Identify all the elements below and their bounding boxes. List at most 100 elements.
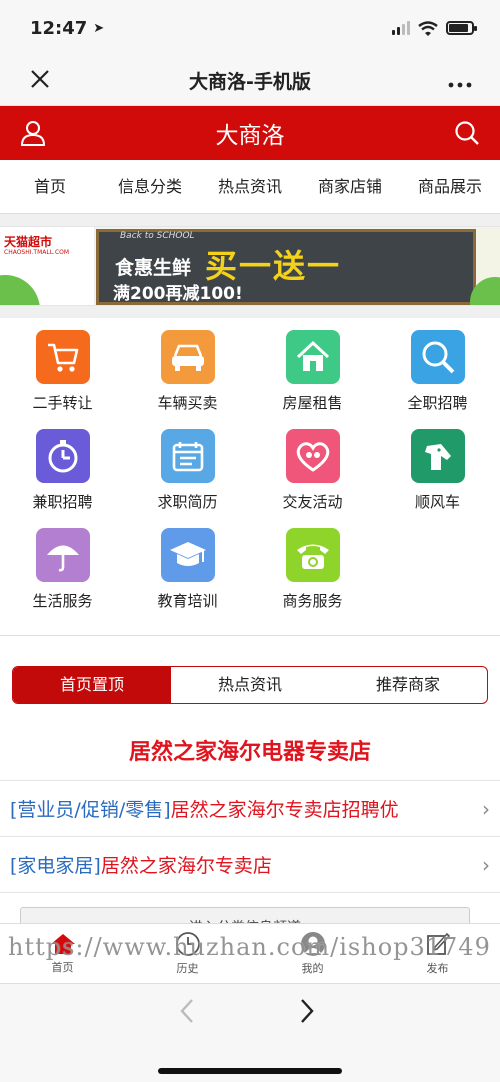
status-icons (392, 20, 477, 36)
segment-top-pinned[interactable]: 首页置顶 (13, 667, 171, 703)
banner-brand-sub: CHAOSHI.TMALL.COM (4, 249, 70, 256)
bottom-nav-label: 我的 (301, 962, 324, 975)
cart-icon (35, 330, 90, 384)
tab-shops[interactable]: 商家店铺 (300, 160, 400, 214)
banner-brand-panel: 天猫超市 CHAOSHI.TMALL.COM (0, 227, 95, 305)
promo-banner[interactable]: 天猫超市 CHAOSHI.TMALL.COM Back to SCHOOL 食惠… (0, 226, 500, 306)
category-item[interactable]: 交友活动 (250, 429, 375, 528)
category-item[interactable]: 车辆买卖 (125, 330, 250, 429)
profile-icon (300, 932, 325, 956)
chevron-right-icon: › (482, 852, 490, 877)
banner-line1: 食惠生鲜 (115, 257, 192, 279)
category-grid: 二手转让 车辆买卖 房屋租售 全职招聘 兼职招聘 求职简历 交友活动 顺风车 生… (0, 318, 500, 633)
edit-icon (426, 932, 450, 955)
category-label: 全职招聘 (407, 394, 468, 412)
spacer (0, 306, 500, 318)
location-arrow-icon: ➤ (93, 20, 105, 36)
signal-icon (392, 21, 410, 35)
site-header: 大商洛 (0, 106, 500, 160)
banner-tag: Back to SCHOOL (120, 231, 195, 241)
category-label: 二手转让 (32, 394, 93, 412)
wifi-icon (418, 20, 438, 36)
feed-segmented-control: 首页置顶 热点资讯 推荐商家 (12, 666, 488, 704)
list-item[interactable]: [营业员/促销/零售] 居然之家海尔专卖店招聘优 › (0, 781, 500, 837)
graduation-cap-icon (160, 528, 215, 582)
category-label: 兼职招聘 (32, 493, 93, 511)
status-bar: 12:47 ➤ (0, 0, 500, 56)
magnifier-icon (410, 330, 465, 384)
category-item[interactable]: 全职招聘 (375, 330, 500, 429)
category-item[interactable]: 二手转让 (0, 330, 125, 429)
browser-title: 大商洛-手机版 (189, 71, 311, 93)
category-label: 生活服务 (32, 592, 93, 610)
banner-decoration (0, 275, 40, 305)
category-label: 教育培训 (157, 592, 218, 610)
segment-hot-news[interactable]: 热点资讯 (171, 667, 329, 703)
listing-title: 居然之家海尔专卖店招聘优 (170, 799, 399, 821)
browser-nav-bar: 大商洛-手机版 (0, 56, 500, 106)
category-label: 商务服务 (282, 592, 343, 610)
category-label: 顺风车 (414, 493, 460, 511)
search-button[interactable] (452, 118, 482, 148)
heart-icon (285, 429, 340, 483)
umbrella-icon (35, 528, 90, 582)
tab-hot-news[interactable]: 热点资讯 (200, 160, 300, 214)
bottom-nav-label: 历史 (176, 962, 199, 975)
bottom-nav-home[interactable]: 首页 (0, 924, 125, 983)
listing-list: [营业员/促销/零售] 居然之家海尔专卖店招聘优 › [家电家居] 居然之家海尔… (0, 780, 500, 893)
bottom-nav-label: 发布 (426, 962, 449, 975)
forward-arrow-icon[interactable] (298, 996, 316, 1026)
tab-home[interactable]: 首页 (0, 160, 100, 214)
stopwatch-icon (35, 429, 90, 483)
segment-recommended-shops[interactable]: 推荐商家 (329, 667, 487, 703)
list-item[interactable]: [家电家居] 居然之家海尔专卖店 › (0, 837, 500, 893)
home-icon (50, 934, 75, 954)
dog-icon (410, 429, 465, 483)
bottom-nav-label: 首页 (51, 961, 74, 974)
category-label: 求职简历 (157, 493, 218, 511)
spacer (0, 214, 500, 226)
more-icon (448, 82, 472, 87)
main-tabs: 首页 信息分类 热点资讯 商家店铺 商品展示 (0, 160, 500, 214)
telephone-icon (285, 528, 340, 582)
browser-toolbar (0, 983, 500, 1082)
category-item[interactable]: 顺风车 (375, 429, 500, 528)
listing-title: 居然之家海尔专卖店 (100, 855, 272, 877)
category-label: 交友活动 (282, 493, 343, 511)
bottom-nav-publish[interactable]: 发布 (375, 924, 500, 983)
tab-products[interactable]: 商品展示 (400, 160, 500, 214)
close-icon (31, 69, 49, 88)
category-item[interactable]: 房屋租售 (250, 330, 375, 429)
more-button[interactable] (440, 66, 480, 96)
bottom-nav-mine[interactable]: 我的 (250, 924, 375, 983)
category-item[interactable]: 求职简历 (125, 429, 250, 528)
featured-store-title[interactable]: 居然之家海尔电器专卖店 (0, 734, 500, 766)
clock-icon (175, 932, 200, 956)
category-item[interactable]: 兼职招聘 (0, 429, 125, 528)
search-icon (455, 121, 479, 145)
category-item[interactable]: 商务服务 (250, 528, 375, 627)
calendar-icon (160, 429, 215, 483)
bottom-nav-history[interactable]: 历史 (125, 924, 250, 983)
status-time: 12:47 (30, 17, 88, 39)
car-icon (160, 330, 215, 384)
home-indicator (158, 1068, 342, 1074)
house-icon (285, 330, 340, 384)
listing-tag: [家电家居] (10, 855, 101, 877)
category-label: 车辆买卖 (157, 394, 218, 412)
site-title: 大商洛 (215, 123, 285, 149)
category-label: 房屋租售 (282, 394, 343, 412)
category-item[interactable]: 教育培训 (125, 528, 250, 627)
back-arrow-icon[interactable] (178, 996, 196, 1026)
user-button[interactable] (18, 118, 48, 148)
banner-brand: 天猫超市 (4, 235, 53, 249)
tab-categories[interactable]: 信息分类 (100, 160, 200, 214)
battery-level (449, 24, 468, 32)
battery-icon (446, 21, 477, 35)
user-icon (20, 121, 46, 146)
chevron-right-icon: › (482, 796, 490, 821)
category-item[interactable]: 生活服务 (0, 528, 125, 627)
close-button[interactable] (20, 66, 60, 96)
bottom-nav: 首页 历史 我的 发布 (0, 923, 500, 983)
banner-line2: 满200再减100! (113, 284, 243, 304)
